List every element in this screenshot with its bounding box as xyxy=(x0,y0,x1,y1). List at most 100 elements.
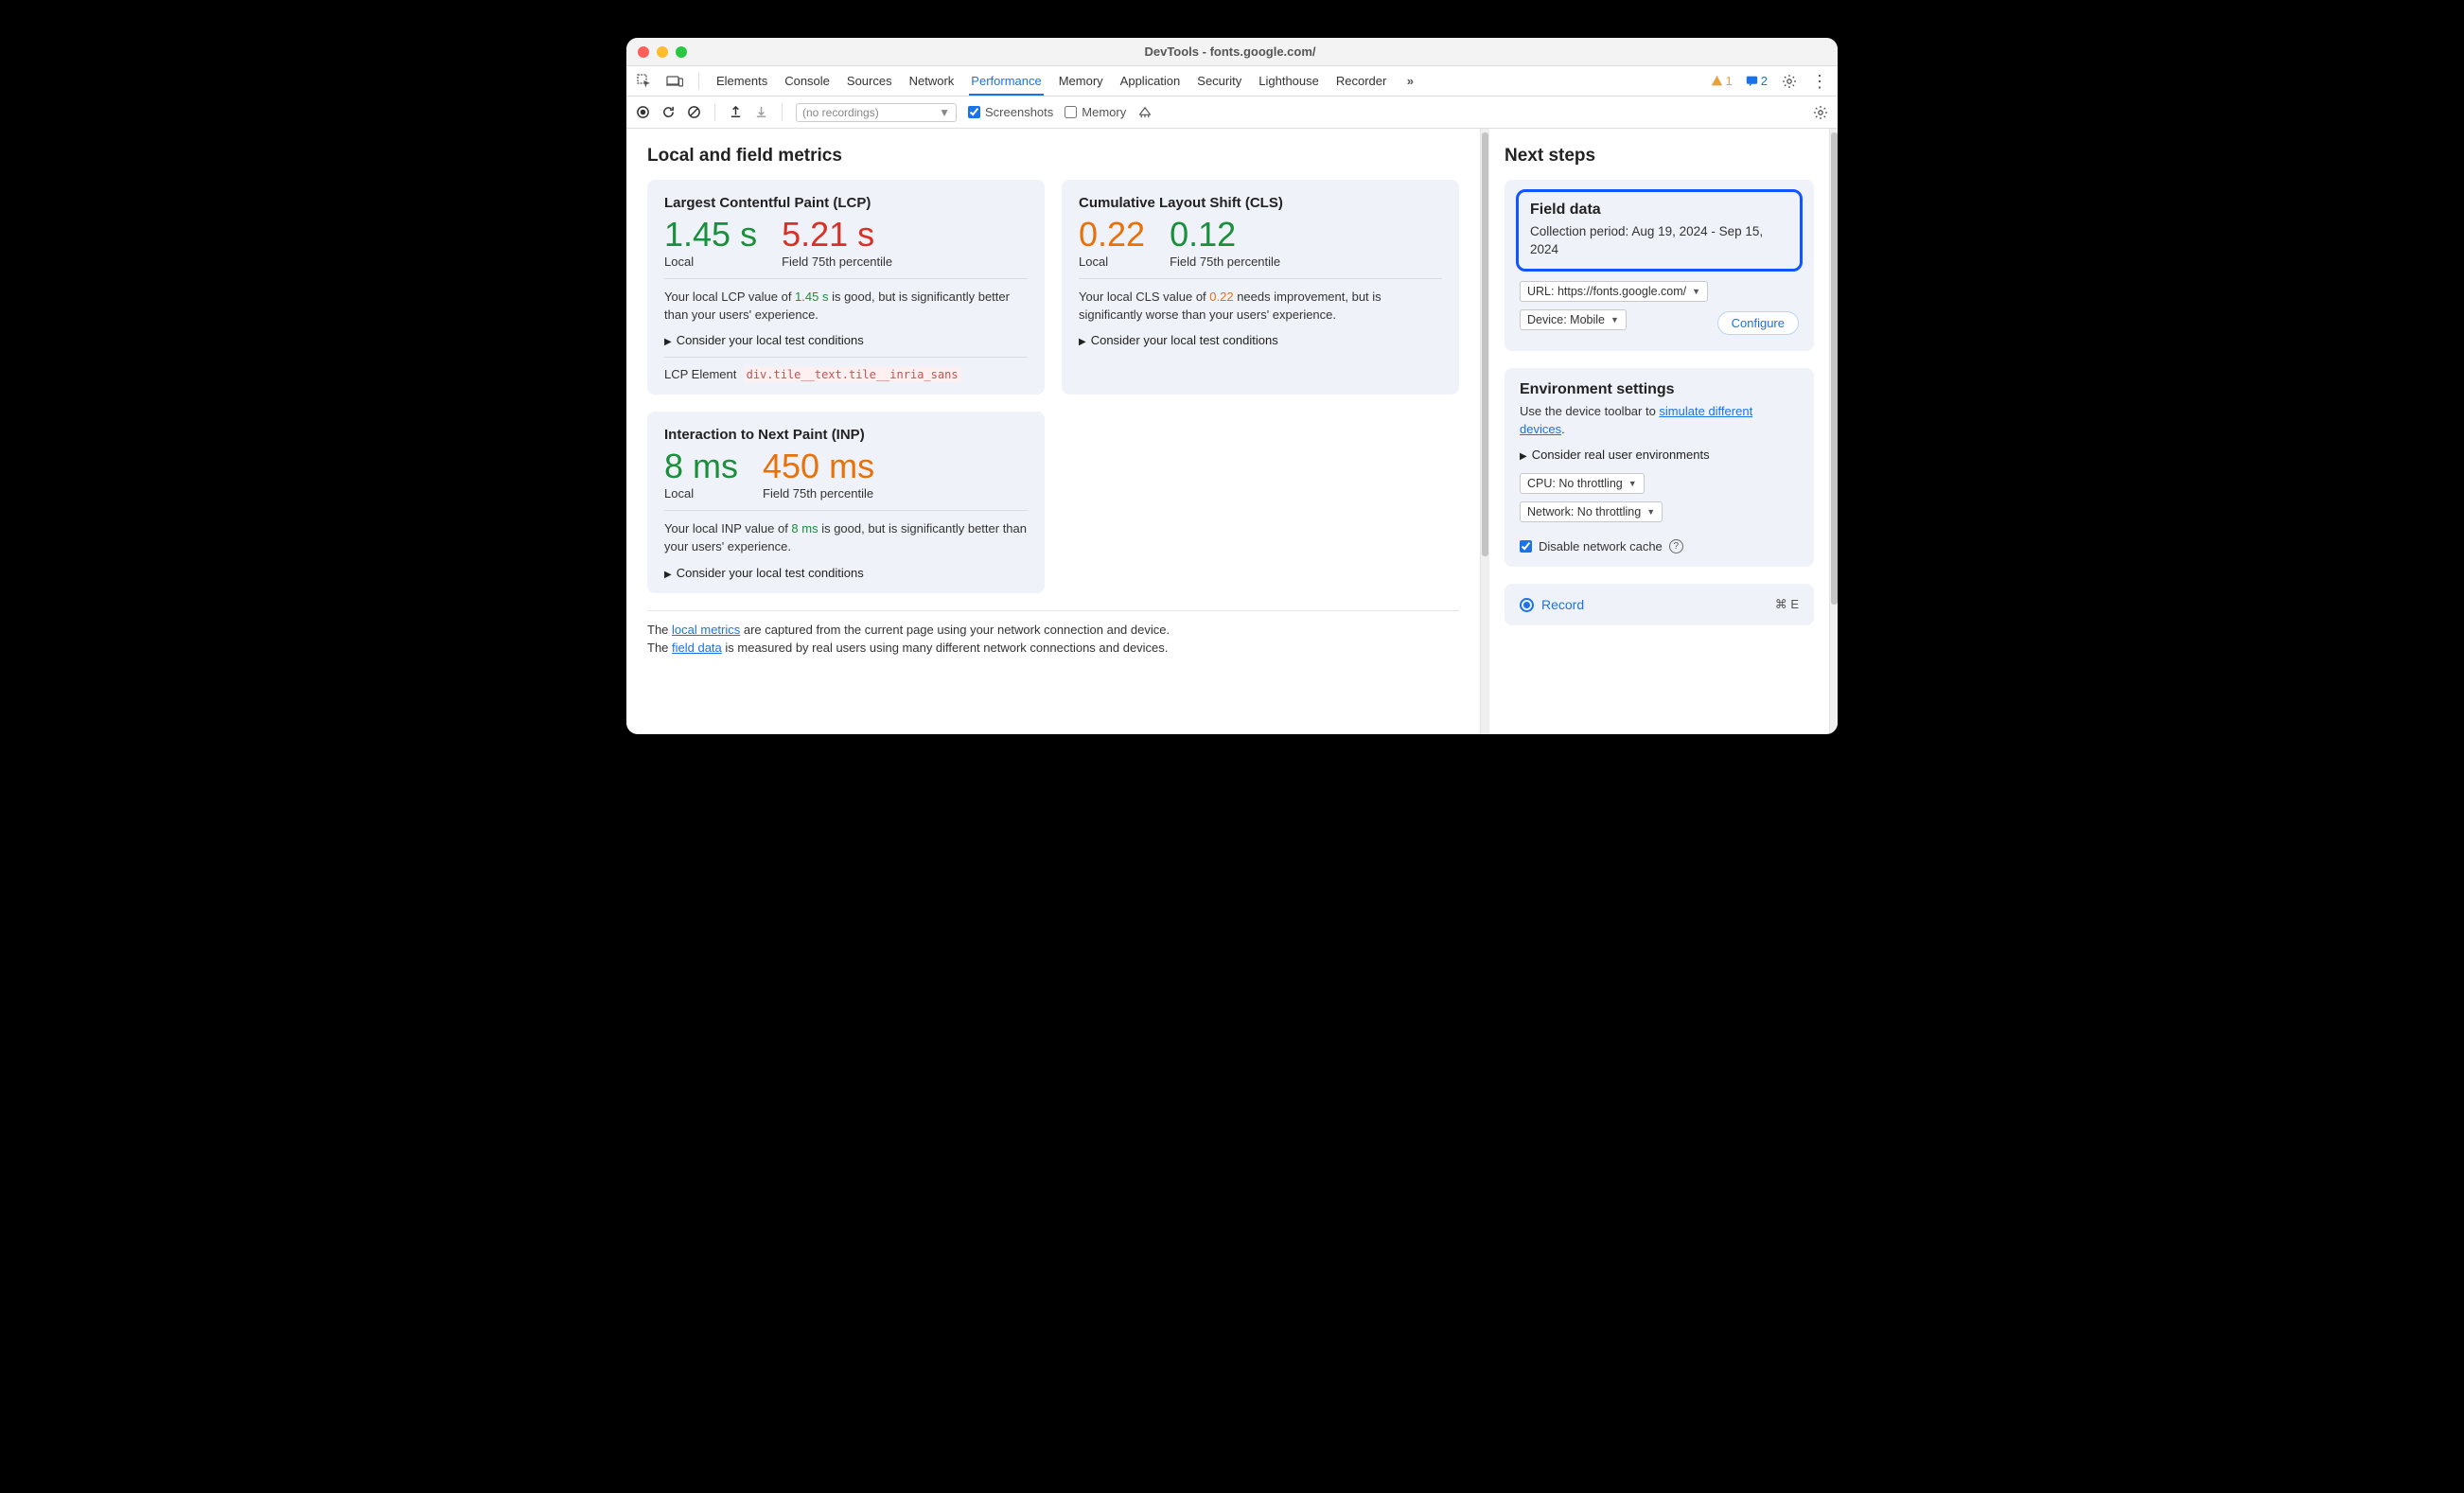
minimize-window-button[interactable] xyxy=(657,46,668,58)
cls-local-label: Local xyxy=(1079,255,1145,269)
tab-elements[interactable]: Elements xyxy=(714,68,769,94)
tab-recorder[interactable]: Recorder xyxy=(1334,68,1388,94)
field-data-panel: Field data Collection period: Aug 19, 20… xyxy=(1505,180,1814,351)
tab-memory[interactable]: Memory xyxy=(1057,68,1105,94)
messages-count: 2 xyxy=(1761,74,1768,88)
lcp-field-value: 5.21 s xyxy=(782,217,892,253)
warnings-count: 1 xyxy=(1726,74,1733,88)
cls-disclose[interactable]: Consider your local test conditions xyxy=(1079,333,1442,347)
tab-security[interactable]: Security xyxy=(1195,68,1243,94)
lcp-title: Largest Contentful Paint (LCP) xyxy=(664,195,1028,211)
inspect-icon[interactable] xyxy=(636,73,653,90)
inp-title: Interaction to Next Paint (INP) xyxy=(664,427,1028,443)
clear-icon[interactable] xyxy=(687,105,701,119)
upload-icon[interactable] xyxy=(729,105,743,119)
gc-icon[interactable] xyxy=(1137,105,1153,119)
messages-badge[interactable]: 2 xyxy=(1746,74,1768,88)
cls-field-label: Field 75th percentile xyxy=(1170,255,1280,269)
tab-console[interactable]: Console xyxy=(783,68,832,94)
recordings-placeholder: (no recordings) xyxy=(802,106,879,119)
inp-card: Interaction to Next Paint (INP) 8 ms Loc… xyxy=(647,412,1045,592)
help-icon[interactable]: ? xyxy=(1669,539,1683,553)
recordings-dropdown[interactable]: (no recordings) ▼ xyxy=(796,103,957,122)
disable-cache-label: Disable network cache xyxy=(1539,539,1663,553)
close-window-button[interactable] xyxy=(638,46,649,58)
footnote: The local metrics are captured from the … xyxy=(647,610,1459,658)
record-shortcut: ⌘ E xyxy=(1775,597,1799,612)
chevron-down-icon: ▼ xyxy=(1628,479,1637,488)
perf-toolbar: (no recordings) ▼ Screenshots Memory xyxy=(626,97,1838,129)
tab-sources[interactable]: Sources xyxy=(845,68,894,94)
tab-lighthouse[interactable]: Lighthouse xyxy=(1257,68,1321,94)
chevron-down-icon: ▼ xyxy=(1646,507,1655,517)
cls-local-value: 0.22 xyxy=(1079,217,1145,253)
lcp-local-label: Local xyxy=(664,255,757,269)
warnings-badge[interactable]: 1 xyxy=(1711,74,1733,88)
record-icon[interactable] xyxy=(636,105,650,119)
memory-checkbox[interactable]: Memory xyxy=(1065,105,1126,119)
lcp-element-row: LCP Element div.tile__text.tile__inria_s… xyxy=(664,367,1028,381)
chevron-down-icon: ▼ xyxy=(1692,287,1700,296)
url-select[interactable]: URL: https://fonts.google.com/▼ xyxy=(1520,281,1708,302)
env-disclose[interactable]: Consider real user environments xyxy=(1520,448,1799,462)
main-panel: Local and field metrics Largest Contentf… xyxy=(626,129,1480,734)
sidebar-scrollbar[interactable] xyxy=(1829,129,1838,734)
tab-network[interactable]: Network xyxy=(907,68,957,94)
maximize-window-button[interactable] xyxy=(676,46,687,58)
window-title: DevTools - fonts.google.com/ xyxy=(687,44,1773,59)
scrollbar-thumb[interactable] xyxy=(1482,132,1488,556)
more-icon[interactable]: ⋮ xyxy=(1811,73,1828,90)
local-metrics-link[interactable]: local metrics xyxy=(672,623,740,637)
lcp-field-label: Field 75th percentile xyxy=(782,255,892,269)
cls-description: Your local CLS value of 0.22 needs impro… xyxy=(1079,289,1442,325)
cls-field-value: 0.12 xyxy=(1170,217,1280,253)
window-controls xyxy=(638,46,687,58)
configure-button[interactable]: Configure xyxy=(1717,311,1799,335)
scrollbar-thumb[interactable] xyxy=(1831,132,1838,605)
lcp-local-value: 1.45 s xyxy=(664,217,757,253)
disable-cache-checkbox[interactable] xyxy=(1520,540,1532,553)
cls-card: Cumulative Layout Shift (CLS) 0.22 Local… xyxy=(1062,180,1459,395)
tabs-overflow-icon[interactable]: » xyxy=(1401,73,1418,90)
lcp-disclose[interactable]: Consider your local test conditions xyxy=(664,333,1028,347)
network-throttle-select[interactable]: Network: No throttling▼ xyxy=(1520,501,1663,522)
field-data-title: Field data xyxy=(1530,202,1788,219)
tab-application[interactable]: Application xyxy=(1118,68,1183,94)
device-toolbar-icon[interactable] xyxy=(666,73,683,90)
screenshots-checkbox[interactable]: Screenshots xyxy=(968,105,1053,119)
reload-record-icon[interactable] xyxy=(661,105,676,119)
inp-local-label: Local xyxy=(664,486,738,501)
device-select[interactable]: Device: Mobile▼ xyxy=(1520,309,1627,330)
titlebar: DevTools - fonts.google.com/ xyxy=(626,38,1838,66)
cpu-throttle-select[interactable]: CPU: No throttling▼ xyxy=(1520,473,1645,494)
inp-description: Your local INP value of 8 ms is good, bu… xyxy=(664,520,1028,556)
record-button[interactable]: Record ⌘ E xyxy=(1520,597,1799,612)
record-circle-icon xyxy=(1520,598,1534,612)
record-panel: Record ⌘ E xyxy=(1505,584,1814,625)
field-data-link[interactable]: field data xyxy=(672,641,722,655)
download-icon[interactable] xyxy=(754,105,768,119)
cls-title: Cumulative Layout Shift (CLS) xyxy=(1079,195,1442,211)
panel-settings-icon[interactable] xyxy=(1813,105,1828,120)
field-data-highlight: Field data Collection period: Aug 19, 20… xyxy=(1516,189,1803,272)
sidebar: Next steps Field data Collection period:… xyxy=(1488,129,1829,734)
env-settings-panel: Environment settings Use the device tool… xyxy=(1505,368,1814,568)
field-period: Collection period: Aug 19, 2024 - Sep 15… xyxy=(1530,223,1788,259)
inp-field-value: 450 ms xyxy=(763,448,874,484)
sidebar-heading: Next steps xyxy=(1505,146,1814,167)
body: Local and field metrics Largest Contentf… xyxy=(626,129,1838,734)
main-scrollbar[interactable] xyxy=(1480,129,1488,734)
env-title: Environment settings xyxy=(1520,381,1799,398)
inp-disclose[interactable]: Consider your local test conditions xyxy=(664,566,1028,580)
tabbar: Elements Console Sources Network Perform… xyxy=(626,66,1838,97)
inp-field-label: Field 75th percentile xyxy=(763,486,874,501)
settings-icon[interactable] xyxy=(1781,73,1798,90)
chevron-down-icon: ▼ xyxy=(1610,315,1619,325)
lcp-card: Largest Contentful Paint (LCP) 1.45 s Lo… xyxy=(647,180,1045,395)
lcp-description: Your local LCP value of 1.45 s is good, … xyxy=(664,289,1028,325)
tab-performance[interactable]: Performance xyxy=(969,68,1043,96)
lcp-element-selector[interactable]: div.tile__text.tile__inria_sans xyxy=(744,367,961,382)
main-heading: Local and field metrics xyxy=(647,146,1459,167)
devtools-window: DevTools - fonts.google.com/ Elements Co… xyxy=(626,38,1838,734)
inp-local-value: 8 ms xyxy=(664,448,738,484)
